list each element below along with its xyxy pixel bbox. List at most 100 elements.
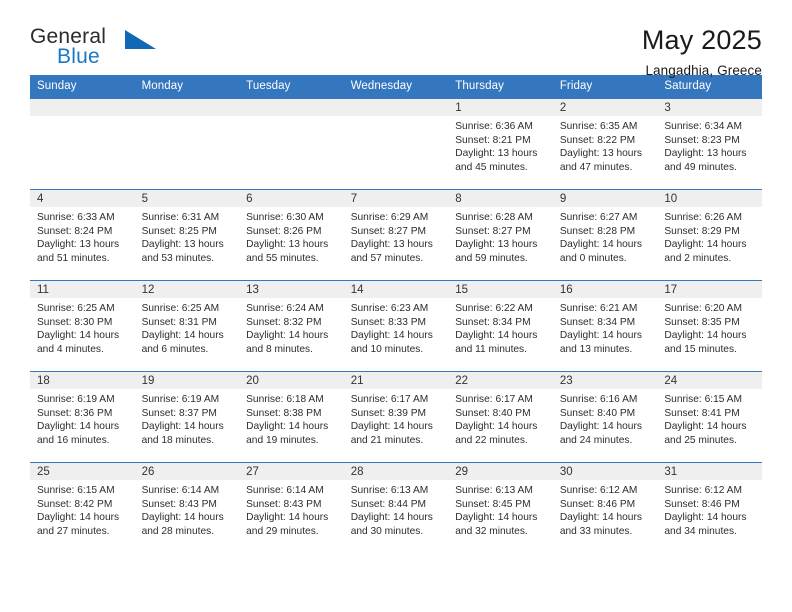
general-blue-logo[interactable]: General Blue [30,26,160,78]
sunset-text: Sunset: 8:37 PM [141,407,217,419]
calendar-header-row: Sunday Monday Tuesday Wednesday Thursday Frid… [30,75,762,99]
calendar-cell-day[interactable]: 19 Sunrise: 6:19 AM Sunset: 8:37 PM Dayligh… [134,371,240,463]
day-details: Sunrise: 6:26 AM Sunset: 8:29 PM Daylight:… [657,207,762,265]
daylight-text-line2: and 0 minutes. [559,252,627,264]
weekday-header-saturday: Saturday [657,75,762,99]
calendar-cell-day[interactable]: 4 Sunrise: 6:33 AM Sunset: 8:24 PM Daylight… [30,189,135,281]
sunset-text: Sunset: 8:46 PM [559,498,636,510]
calendar-cell-day[interactable]: 1 Sunrise: 6:36 AM Sunset: 8:21 PM Daylight… [448,98,553,190]
day-number: 23 [552,372,658,389]
calendar-cell-day[interactable]: 18 Sunrise: 6:19 AM Sunset: 8:36 PM Dayligh… [30,371,135,463]
calendar-cell-day[interactable]: 12 Sunrise: 6:25 AM Sunset: 8:31 PM Dayligh… [134,280,240,372]
calendar-cell-day[interactable]: 10 Sunrise: 6:26 AM Sunset: 8:29 PM Dayligh… [657,189,762,281]
daylight-text-line2: and 32 minutes. [455,525,528,537]
calendar-cell-day[interactable]: 6 Sunrise: 6:30 AM Sunset: 8:26 PM Daylight… [239,189,344,281]
calendar-cell-day[interactable]: 21 Sunrise: 6:17 AM Sunset: 8:39 PM Dayligh… [343,371,449,463]
calendar-cell-day[interactable]: 13 Sunrise: 6:24 AM Sunset: 8:32 PM Dayligh… [239,280,344,372]
sunrise-text: Sunrise: 6:15 AM [664,394,742,405]
sunrise-text: Sunrise: 6:21 AM [559,303,638,314]
title-block: May 2025 Langadhia, Greece [641,25,762,79]
daylight-text-line2: and 27 minutes. [37,525,110,537]
calendar-cell-day[interactable]: 2 Sunrise: 6:35 AM Sunset: 8:22 PM Daylight… [552,98,658,190]
day-number: 21 [343,372,449,389]
daylight-text-line1: Daylight: 14 hours [559,330,642,342]
calendar-cell-empty [343,98,449,190]
calendar-cell-day[interactable]: 30 Sunrise: 6:12 AM Sunset: 8:46 PM Dayligh… [552,462,658,553]
calendar-cell-day[interactable]: 14 Sunrise: 6:23 AM Sunset: 8:33 PM Dayligh… [343,280,449,372]
sunrise-text: Sunrise: 6:17 AM [350,394,429,405]
calendar-cell-day[interactable]: 23 Sunrise: 6:16 AM Sunset: 8:40 PM Dayligh… [552,371,658,463]
sunset-text: Sunset: 8:22 PM [559,134,636,146]
day-number: 26 [134,463,240,480]
daylight-text-line1: Daylight: 14 hours [559,239,642,251]
daylight-text-line2: and 49 minutes. [664,161,737,173]
daylight-text-line2: and 55 minutes. [246,252,319,264]
daylight-text-line1: Daylight: 14 hours [37,330,120,342]
daylight-text-line1: Daylight: 14 hours [455,421,538,433]
calendar-cell-day[interactable]: 7 Sunrise: 6:29 AM Sunset: 8:27 PM Daylight… [343,189,449,281]
calendar-cell-day[interactable]: 25 Sunrise: 6:15 AM Sunset: 8:42 PM Dayligh… [30,462,135,553]
day-details: Sunrise: 6:28 AM Sunset: 8:27 PM Daylight:… [448,207,553,265]
sunrise-text: Sunrise: 6:20 AM [664,303,742,314]
calendar-cell-day[interactable]: 17 Sunrise: 6:20 AM Sunset: 8:35 PM Dayligh… [657,280,762,372]
sunset-text: Sunset: 8:32 PM [246,316,322,328]
day-details: Sunrise: 6:27 AM Sunset: 8:28 PM Daylight:… [553,207,658,265]
sunrise-text: Sunrise: 6:30 AM [246,212,324,223]
sunrise-text: Sunrise: 6:16 AM [559,394,638,405]
calendar-cell-day[interactable]: 27 Sunrise: 6:14 AM Sunset: 8:43 PM Dayligh… [239,462,344,553]
sunrise-text: Sunrise: 6:26 AM [664,212,742,223]
calendar-cell-day[interactable]: 22 Sunrise: 6:17 AM Sunset: 8:40 PM Dayligh… [448,371,553,463]
daylight-text-line2: and 47 minutes. [559,161,633,173]
weekday-header: Sunday Monday Tuesday Wednesday Thursday Frid… [30,75,762,99]
calendar-cell-day[interactable]: 11 Sunrise: 6:25 AM Sunset: 8:30 PM Dayligh… [30,280,135,372]
page-title: May 2025 [641,25,762,55]
calendar-cell-day[interactable]: 15 Sunrise: 6:22 AM Sunset: 8:34 PM Dayligh… [448,280,553,372]
calendar-cell-day[interactable]: 20 Sunrise: 6:18 AM Sunset: 8:38 PM Dayligh… [239,371,344,463]
sunset-text: Sunset: 8:23 PM [664,134,740,146]
daylight-text-line2: and 51 minutes. [37,252,110,264]
sunrise-text: Sunrise: 6:25 AM [141,303,220,314]
sunset-text: Sunset: 8:43 PM [246,498,322,510]
sunset-text: Sunset: 8:45 PM [455,498,531,510]
weekday-header-wednesday: Wednesday [343,75,449,99]
calendar-cell-day[interactable]: 26 Sunrise: 6:14 AM Sunset: 8:43 PM Dayligh… [134,462,240,553]
day-details: Sunrise: 6:17 AM Sunset: 8:40 PM Daylight:… [448,389,553,447]
day-details: Sunrise: 6:33 AM Sunset: 8:24 PM Daylight:… [30,207,135,265]
calendar-cell-day[interactable]: 24 Sunrise: 6:15 AM Sunset: 8:41 PM Dayligh… [657,371,762,463]
calendar-cell-day[interactable]: 5 Sunrise: 6:31 AM Sunset: 8:25 PM Daylight… [134,189,240,281]
daylight-text-line1: Daylight: 14 hours [37,421,120,433]
calendar-cell-day[interactable]: 16 Sunrise: 6:21 AM Sunset: 8:34 PM Dayligh… [552,280,658,372]
sunset-text: Sunset: 8:31 PM [141,316,217,328]
sunset-text: Sunset: 8:34 PM [559,316,636,328]
day-number: 4 [30,190,135,207]
day-number: 7 [343,190,449,207]
calendar-page: General Blue May 2025 Langadhia, Greece … [0,0,792,612]
calendar-cell-day[interactable]: 31 Sunrise: 6:12 AM Sunset: 8:46 PM Dayligh… [657,462,762,553]
day-details: Sunrise: 6:12 AM Sunset: 8:46 PM Daylight:… [553,480,658,538]
day-number: 19 [134,372,240,389]
sunset-text: Sunset: 8:35 PM [664,316,740,328]
day-details: Sunrise: 6:29 AM Sunset: 8:27 PM Daylight:… [344,207,449,265]
calendar-cell-empty [134,98,240,190]
calendar-cell-day[interactable]: 28 Sunrise: 6:13 AM Sunset: 8:44 PM Dayligh… [343,462,449,553]
daylight-text-line2: and 22 minutes. [455,434,528,446]
sunset-text: Sunset: 8:33 PM [350,316,427,328]
calendar-cell-day[interactable]: 3 Sunrise: 6:34 AM Sunset: 8:23 PM Daylight… [657,98,762,190]
sunrise-text: Sunrise: 6:36 AM [455,121,533,132]
calendar-cell-day[interactable]: 8 Sunrise: 6:28 AM Sunset: 8:27 PM Daylight… [448,189,553,281]
calendar-cell-day[interactable]: 29 Sunrise: 6:13 AM Sunset: 8:45 PM Dayligh… [448,462,553,553]
day-details: Sunrise: 6:34 AM Sunset: 8:23 PM Daylight:… [657,116,762,174]
sunset-text: Sunset: 8:40 PM [559,407,636,419]
sunrise-text: Sunrise: 6:13 AM [455,485,533,496]
sunset-text: Sunset: 8:39 PM [350,407,427,419]
calendar-cell-day[interactable]: 9 Sunrise: 6:27 AM Sunset: 8:28 PM Daylight… [552,189,658,281]
sunrise-text: Sunrise: 6:24 AM [246,303,324,314]
sunset-text: Sunset: 8:46 PM [664,498,740,510]
daylight-text-line1: Daylight: 14 hours [246,421,329,433]
calendar-body: 1 Sunrise: 6:36 AM Sunset: 8:21 PM Daylight… [30,98,762,553]
daylight-text-line1: Daylight: 14 hours [455,512,538,524]
sunset-text: Sunset: 8:21 PM [455,134,531,146]
logo-text-blue: Blue [57,45,100,68]
day-details: Sunrise: 6:14 AM Sunset: 8:43 PM Daylight:… [135,480,240,538]
day-number [30,99,135,116]
